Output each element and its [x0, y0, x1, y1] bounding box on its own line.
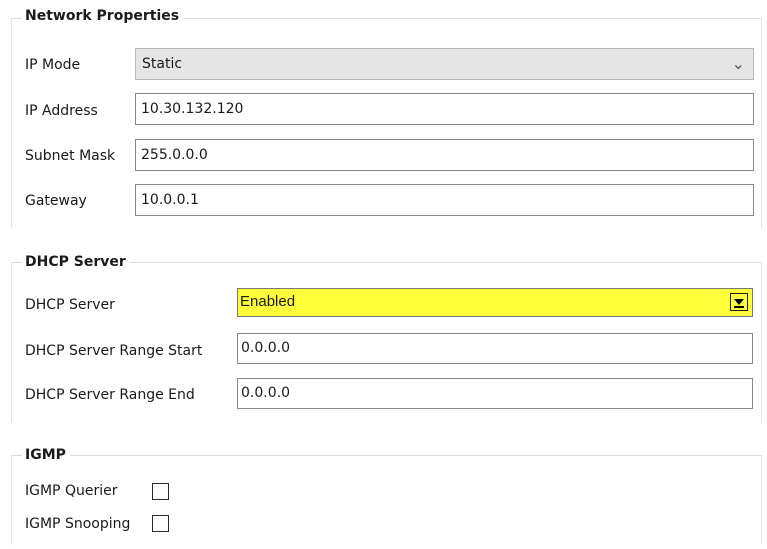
subnet-mask-field[interactable]: 255.0.0.0 [135, 139, 754, 171]
ip-address-field[interactable]: 10.30.132.120 [135, 93, 754, 125]
dhcp-server-select[interactable]: Enabled [237, 288, 753, 317]
dhcp-server-value: Enabled [240, 293, 296, 310]
igmp-querier-checkbox[interactable] [152, 483, 169, 500]
igmp-querier-label: IGMP Querier [25, 483, 118, 499]
network-properties-title: Network Properties [22, 7, 184, 25]
chevron-down-icon: ⌄ [731, 54, 745, 73]
igmp-snooping-checkbox[interactable] [152, 515, 169, 532]
range-start-label: DHCP Server Range Start [25, 343, 203, 359]
ip-address-label: IP Address [25, 103, 98, 119]
ip-mode-label: IP Mode [25, 57, 81, 73]
dhcp-server-title: DHCP Server [22, 253, 130, 271]
range-end-field[interactable]: 0.0.0.0 [237, 378, 753, 409]
dropdown-arrow-icon[interactable] [730, 293, 748, 311]
subnet-mask-label: Subnet Mask [25, 148, 116, 164]
range-end-label: DHCP Server Range End [25, 387, 195, 403]
range-start-field[interactable]: 0.0.0.0 [237, 333, 753, 364]
gateway-label: Gateway [25, 193, 87, 209]
ip-mode-select[interactable]: Static ⌄ [135, 48, 754, 80]
igmp-title: IGMP [22, 446, 70, 464]
igmp-snooping-label: IGMP Snooping [25, 516, 131, 532]
network-properties-group: Network Properties IP Mode Static ⌄ IP A… [11, 7, 762, 228]
gateway-field[interactable]: 10.0.0.1 [135, 184, 754, 216]
ip-mode-value: Static [142, 56, 183, 72]
igmp-group: IGMP IGMP Querier IGMP Snooping [11, 446, 762, 545]
dhcp-server-label: DHCP Server [25, 297, 115, 313]
dhcp-server-group: DHCP Server DHCP Server Enabled DHCP Ser… [11, 253, 762, 422]
